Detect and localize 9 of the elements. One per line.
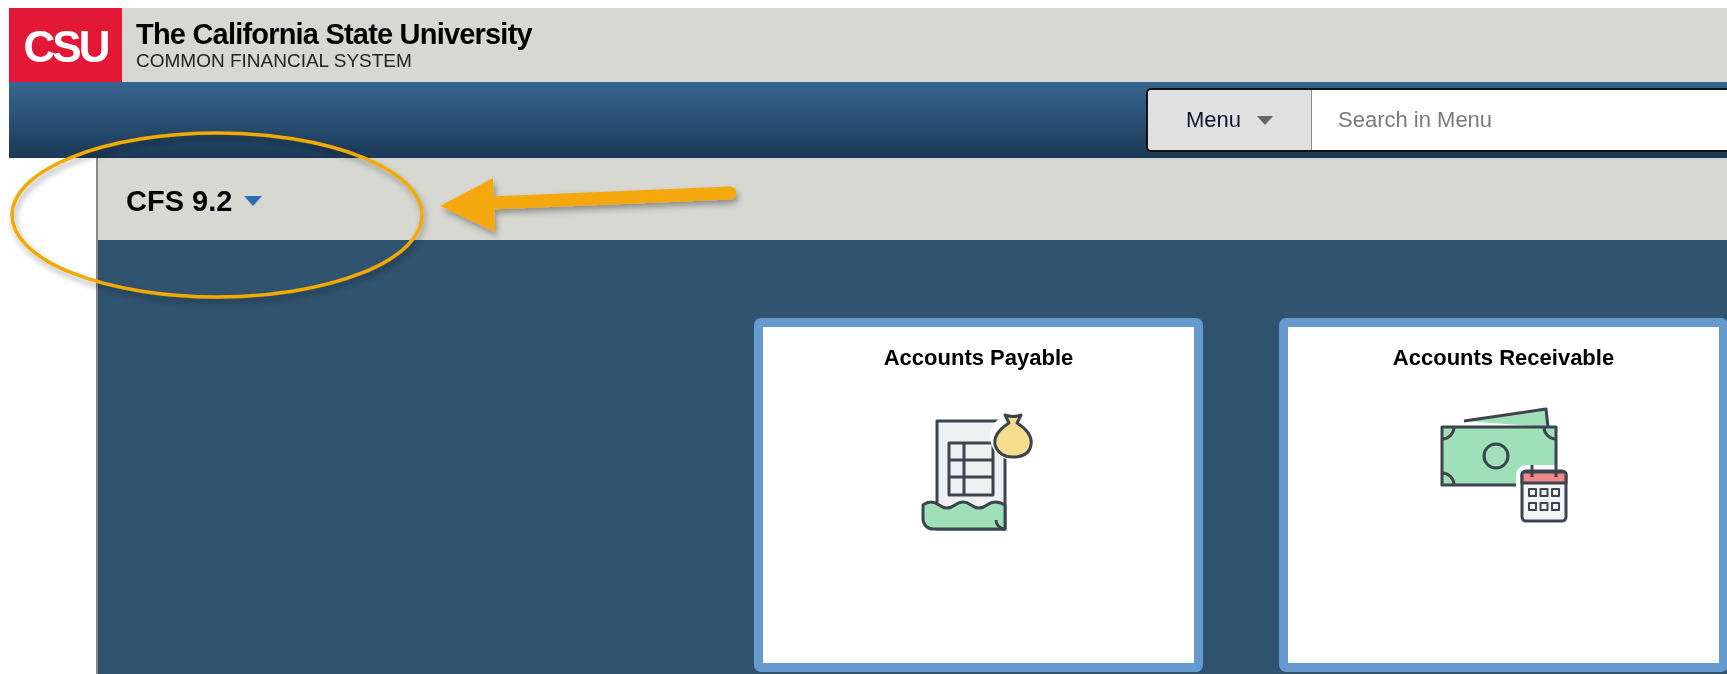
tile-title: Accounts Receivable [1392,345,1615,371]
csu-logo: CSU [9,8,122,82]
tile-title: Accounts Payable [883,345,1074,371]
caret-icon [244,196,263,206]
site-subtitle: COMMON FINANCIAL SYSTEM [136,50,413,72]
app-tile[interactable]: Accounts Payable [754,318,1203,672]
homepage-selector[interactable]: CFS 9.2 [126,180,263,218]
site-title: The California State University [136,18,532,50]
app-tile[interactable]: Accounts Receivable [1279,318,1727,672]
